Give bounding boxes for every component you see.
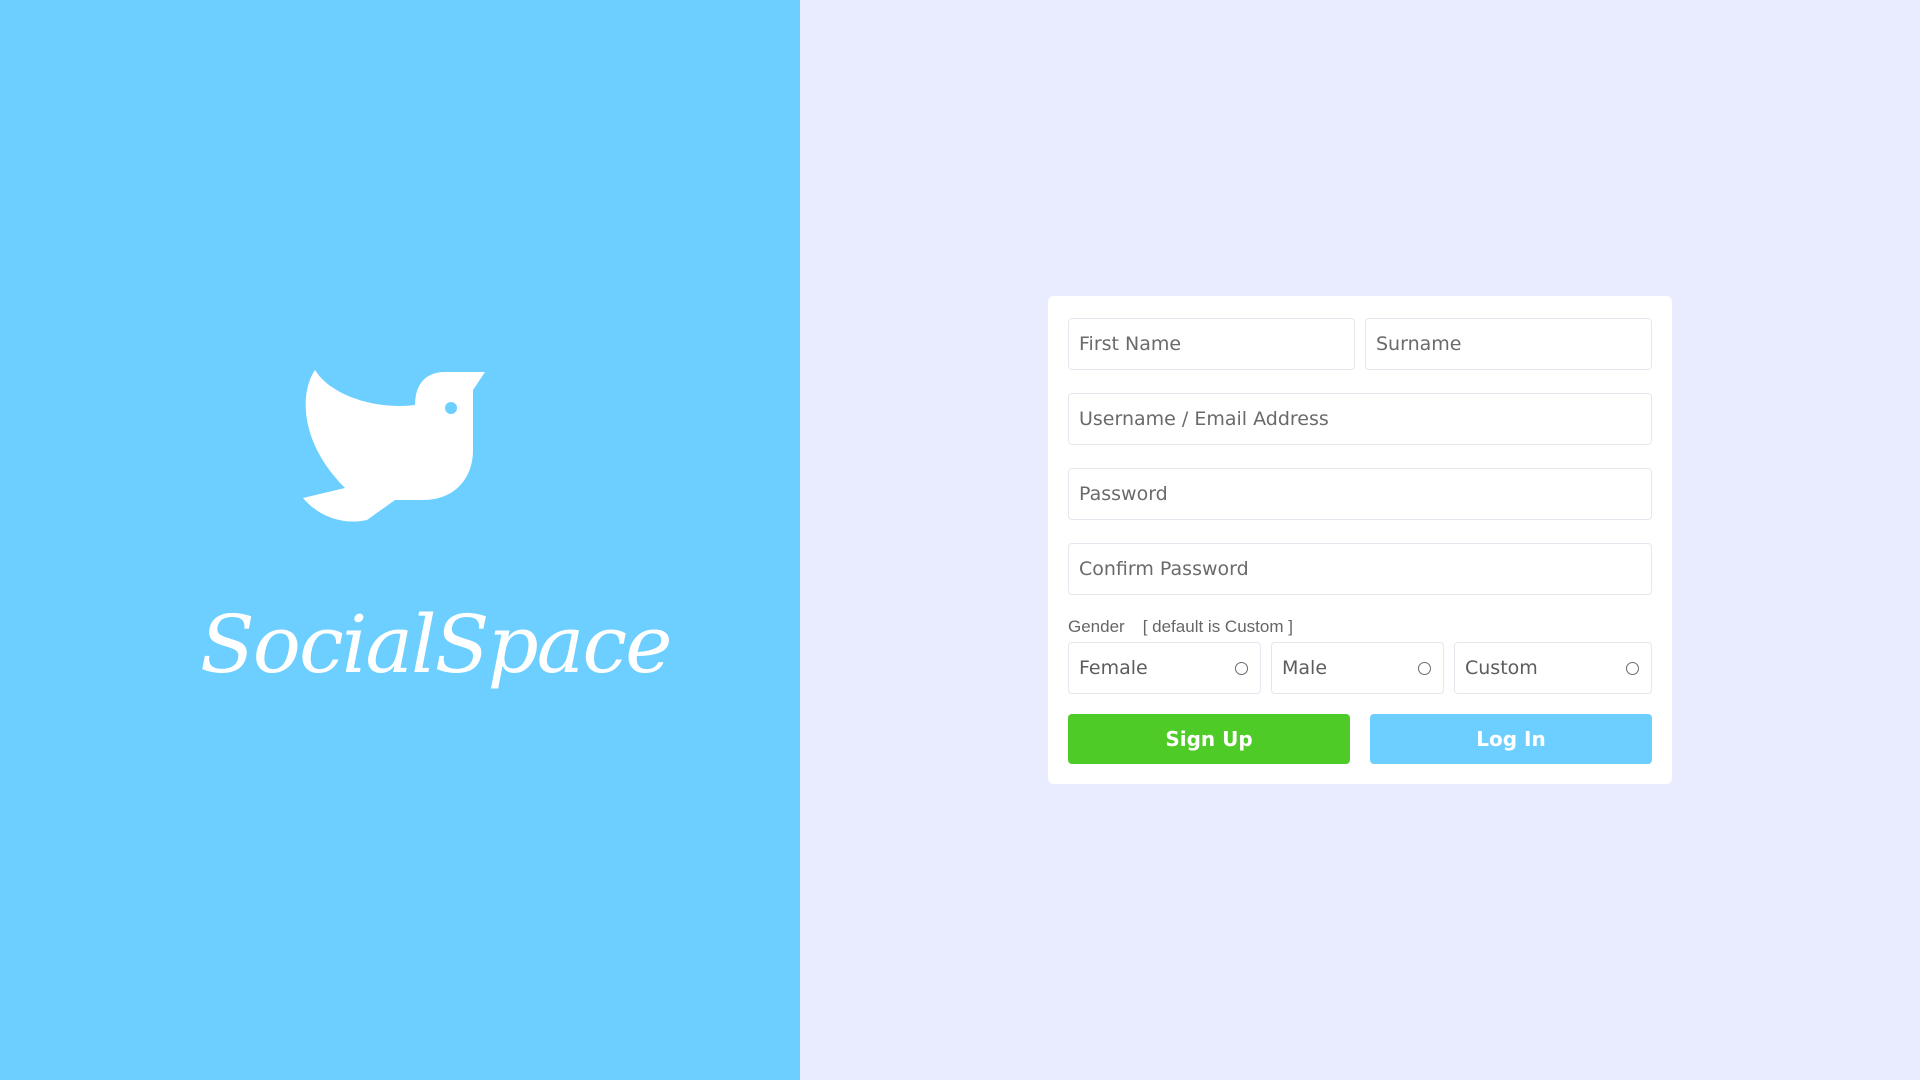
name-row	[1068, 318, 1652, 370]
gender-option-label: Custom	[1465, 657, 1538, 679]
signup-form: Gender [ default is Custom ] Female Male …	[1048, 296, 1672, 784]
form-panel: Gender [ default is Custom ] Female Male …	[800, 0, 1920, 1080]
password-input[interactable]	[1068, 468, 1652, 520]
radio-button-custom[interactable]	[1626, 661, 1639, 675]
brand-logo-text: SocialSpace	[200, 598, 673, 691]
gender-label-row: Gender [ default is Custom ]	[1068, 617, 1652, 637]
gender-default-hint: [ default is Custom ]	[1142, 617, 1293, 636]
gender-option-label: Male	[1282, 657, 1328, 679]
dove-icon	[303, 370, 485, 522]
confirm-password-input[interactable]	[1068, 543, 1652, 595]
surname-input[interactable]	[1365, 318, 1652, 370]
gender-label: Gender	[1068, 617, 1125, 636]
signup-page: SocialSpace Gender [ default is Custom ] …	[0, 0, 1920, 1080]
first-name-input[interactable]	[1068, 318, 1355, 370]
log-in-button[interactable]: Log In	[1370, 714, 1652, 764]
gender-option-custom[interactable]: Custom	[1454, 642, 1652, 694]
gender-option-female[interactable]: Female	[1068, 642, 1261, 694]
gender-option-label: Female	[1079, 657, 1148, 679]
gender-options: Female Male Custom	[1068, 642, 1652, 694]
username-email-input[interactable]	[1068, 393, 1652, 445]
action-buttons: Sign Up Log In	[1068, 714, 1652, 764]
sign-up-button[interactable]: Sign Up	[1068, 714, 1350, 764]
radio-button-female[interactable]	[1235, 661, 1248, 675]
gender-option-male[interactable]: Male	[1271, 642, 1444, 694]
brand-panel: SocialSpace	[0, 0, 800, 1080]
radio-button-male[interactable]	[1418, 661, 1431, 675]
